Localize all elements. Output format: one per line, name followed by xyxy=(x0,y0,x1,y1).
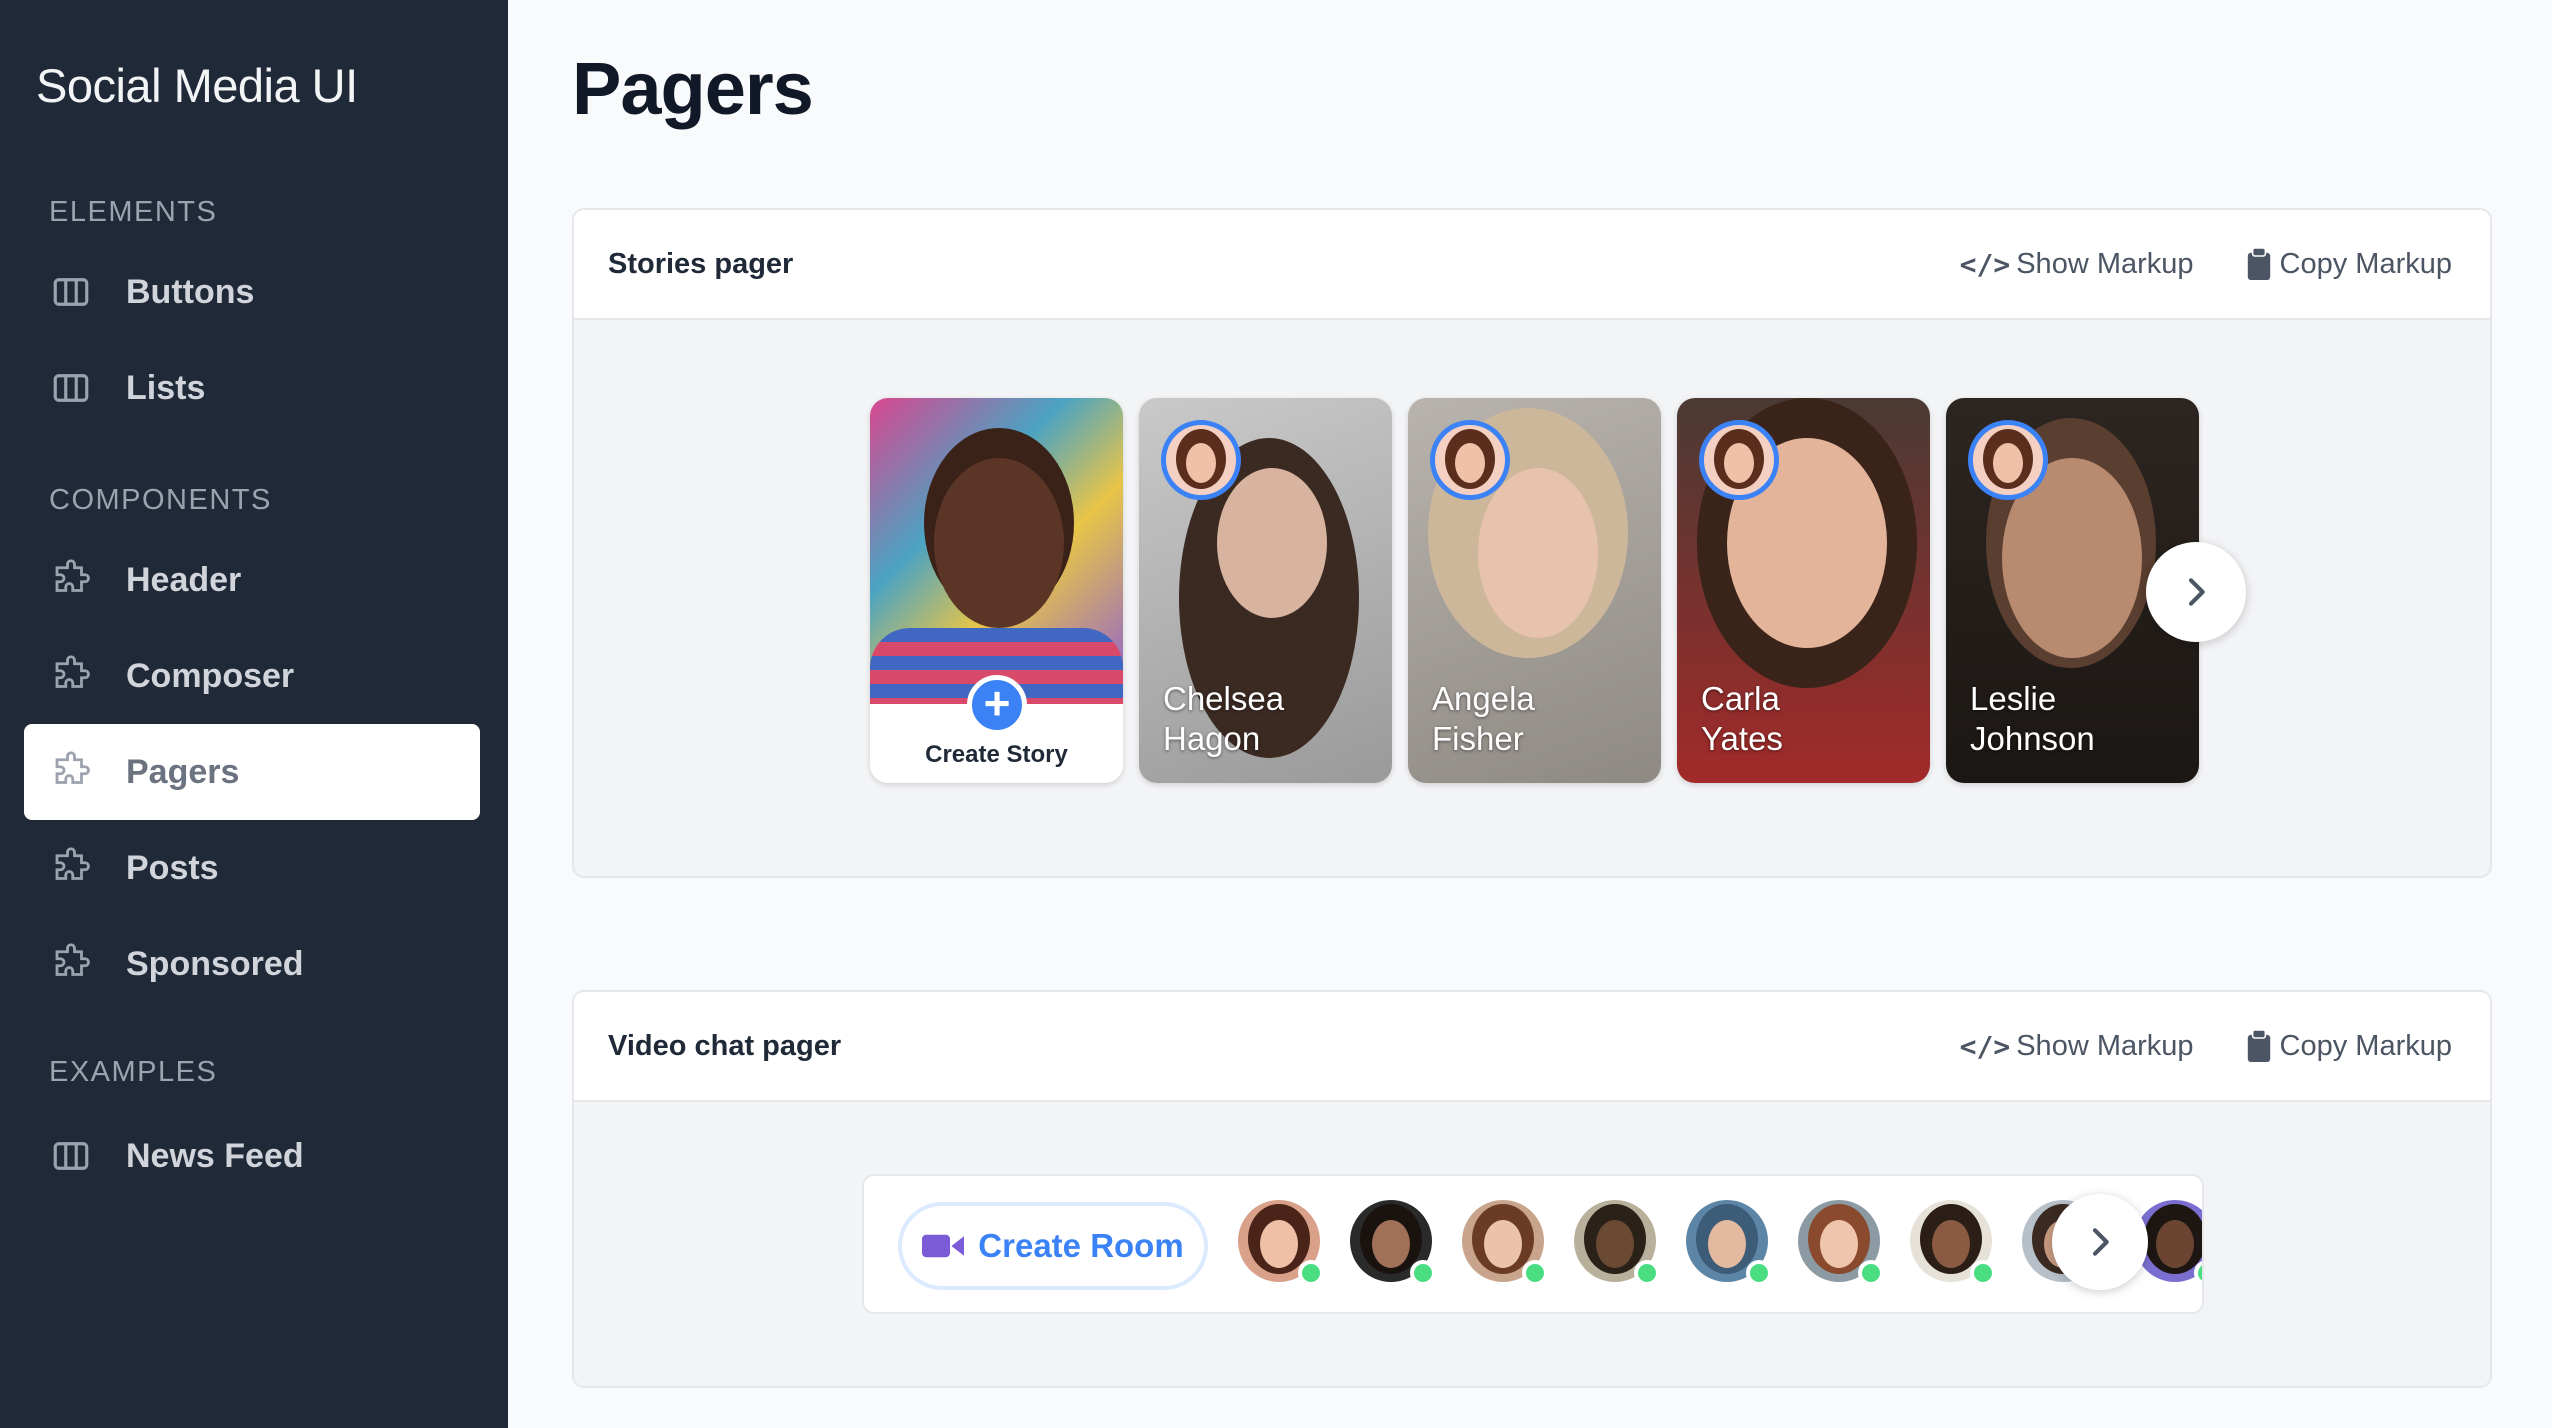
sidebar-item-label: Pagers xyxy=(126,752,240,791)
section-title-components: Components xyxy=(49,484,272,516)
puzzle-icon xyxy=(50,943,92,985)
create-story-card[interactable]: + Create Story xyxy=(870,398,1123,783)
avatar xyxy=(1430,420,1510,500)
copy-markup-button[interactable]: Copy Markup xyxy=(2246,1030,2452,1063)
clipboard-icon xyxy=(2247,1030,2270,1062)
sidebar-item-label: Posts xyxy=(126,848,219,887)
story-card[interactable]: Carla Yates xyxy=(1677,398,1930,783)
copy-markup-label: Copy Markup xyxy=(2279,1029,2452,1062)
chat-avatar[interactable] xyxy=(1574,1200,1660,1286)
chat-avatar[interactable] xyxy=(1462,1200,1548,1286)
story-card[interactable]: Angela Fisher xyxy=(1408,398,1661,783)
sidebar-item-label: Lists xyxy=(126,368,206,407)
show-markup-label: Show Markup xyxy=(2016,1029,2194,1062)
show-markup-button[interactable]: </> Show Markup xyxy=(1960,1030,2194,1063)
stories-pager-card: Stories pager </> Show Markup Copy Marku… xyxy=(572,208,2492,878)
plus-icon: + xyxy=(967,675,1027,735)
online-indicator xyxy=(1634,1260,1660,1286)
sidebar-item-posts[interactable]: Posts xyxy=(24,820,480,916)
stories-row: + Create Story Chelsea Hagon Angela Fisher… xyxy=(870,398,2199,783)
story-photo-face xyxy=(1478,468,1598,638)
online-indicator xyxy=(1522,1260,1548,1286)
sidebar-item-sponsored[interactable]: Sponsored xyxy=(24,916,480,1012)
brand-title[interactable]: Social Media UI xyxy=(36,58,358,113)
create-room-label: Create Room xyxy=(978,1227,1184,1264)
sidebar-item-label: Composer xyxy=(126,656,295,695)
sidebar-item-news-feed[interactable]: News Feed xyxy=(24,1108,480,1204)
chevron-right-icon xyxy=(2188,578,2205,606)
story-name: Angela Fisher xyxy=(1432,680,1535,757)
chat-avatar[interactable] xyxy=(1910,1200,1996,1286)
puzzle-icon xyxy=(50,847,92,889)
puzzle-icon xyxy=(50,655,92,697)
section-title-elements: Elements xyxy=(49,196,218,228)
next-avatars-button[interactable] xyxy=(2052,1194,2148,1290)
card-header: Stories pager </> Show Markup Copy Marku… xyxy=(574,210,2490,320)
online-indicator xyxy=(1410,1260,1436,1286)
puzzle-icon xyxy=(50,751,92,793)
sidebar-item-label: Sponsored xyxy=(126,944,304,983)
avatar xyxy=(1161,420,1241,500)
sidebar-item-header[interactable]: Header xyxy=(24,532,480,628)
chat-avatar[interactable] xyxy=(1798,1200,1884,1286)
columns-icon xyxy=(50,271,92,313)
copy-markup-button[interactable]: Copy Markup xyxy=(2246,248,2452,281)
columns-icon xyxy=(50,367,92,409)
next-story-button[interactable] xyxy=(2146,542,2246,642)
page-title: Pagers xyxy=(572,47,814,130)
section-title-examples: Examples xyxy=(49,1056,218,1088)
card-header: Video chat pager </> Show Markup Copy Ma… xyxy=(574,992,2490,1102)
chat-avatar[interactable] xyxy=(1686,1200,1772,1286)
video-camera-icon xyxy=(922,1234,965,1258)
sidebar-item-label: Header xyxy=(126,560,242,599)
code-icon: </> xyxy=(1959,1029,2011,1063)
online-indicator xyxy=(1970,1260,1996,1286)
clipboard-icon xyxy=(2247,248,2270,280)
card-title: Video chat pager xyxy=(608,1029,842,1062)
chevron-right-icon xyxy=(2092,1228,2109,1256)
story-name: Leslie Johnson xyxy=(1970,680,2095,757)
create-story-label: Create Story xyxy=(925,741,1068,768)
copy-markup-label: Copy Markup xyxy=(2279,247,2452,280)
code-icon: </> xyxy=(1959,247,2011,281)
story-photo-face xyxy=(1217,468,1327,618)
sidebar-item-composer[interactable]: Composer xyxy=(24,628,480,724)
sidebar-item-label: Buttons xyxy=(126,272,255,311)
story-name: Chelsea Hagon xyxy=(1163,680,1285,757)
columns-icon xyxy=(50,1135,92,1177)
sidebar-item-buttons[interactable]: Buttons xyxy=(24,244,480,340)
online-indicator xyxy=(1858,1260,1884,1286)
avatar xyxy=(1968,420,2048,500)
sidebar-item-pagers[interactable]: Pagers xyxy=(24,724,480,820)
create-story-photo xyxy=(870,398,1123,704)
video-chat-pager-card: Video chat pager </> Show Markup Copy Ma… xyxy=(572,990,2492,1388)
card-title: Stories pager xyxy=(608,247,794,280)
show-markup-label: Show Markup xyxy=(2016,247,2194,280)
create-room-button[interactable]: Create Room xyxy=(898,1202,1208,1290)
show-markup-button[interactable]: </> Show Markup xyxy=(1960,248,2194,281)
video-chat-bar: Create Room xyxy=(862,1174,2204,1314)
chat-avatar[interactable] xyxy=(1350,1200,1436,1286)
story-card[interactable]: Chelsea Hagon xyxy=(1139,398,1392,783)
story-name: Carla Yates xyxy=(1701,680,1783,757)
puzzle-icon xyxy=(50,559,92,601)
online-indicator xyxy=(1298,1260,1324,1286)
sidebar: Social Media UI Elements Buttons Lists C… xyxy=(0,0,508,1428)
sidebar-item-lists[interactable]: Lists xyxy=(24,340,480,436)
avatar xyxy=(1699,420,1779,500)
sidebar-item-label: News Feed xyxy=(126,1136,304,1175)
chat-avatar[interactable] xyxy=(1238,1200,1324,1286)
online-indicator xyxy=(1746,1260,1772,1286)
